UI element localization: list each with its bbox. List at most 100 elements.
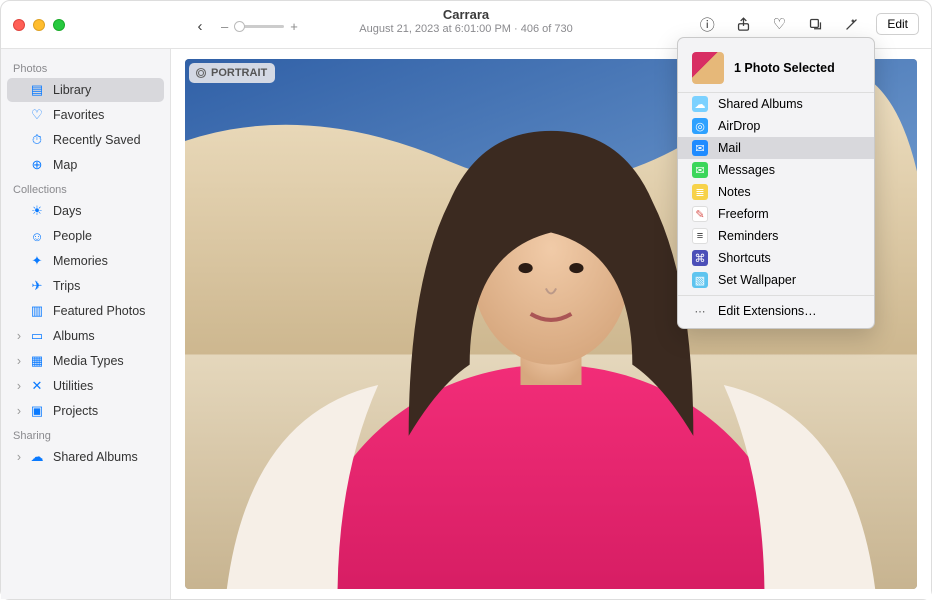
info-button[interactable]: ⓘ [696,13,718,35]
disclosure-icon: › [15,354,23,368]
share-item-label: Notes [718,185,751,199]
share-item-icon: ☁ [692,96,708,112]
sidebar-item-featured-photos[interactable]: ▥ Featured Photos [7,299,164,323]
rotate-button[interactable] [804,13,826,35]
sidebar-item-library[interactable]: ▤Library [7,78,164,102]
share-item-label: Shared Albums [718,97,803,111]
auto-enhance-button[interactable] [840,13,862,35]
share-item-freeform[interactable]: ✎ Freeform [678,203,874,225]
share-item-icon: ✉ [692,140,708,156]
sidebar-item-label: People [53,229,92,243]
sidebar-item-trips[interactable]: ✈ Trips [7,274,164,298]
favorite-button[interactable]: ♡ [768,13,790,35]
share-item-icon: ✉ [692,162,708,178]
sidebar-item-albums[interactable]: › ▭ Albums [7,324,164,348]
sidebar-item-icon: ✦ [29,253,45,269]
share-item-notes[interactable]: ≣Notes [678,181,874,203]
share-item-edit-extensions[interactable]: ⋯ Edit Extensions… [678,300,874,322]
sidebar-item-projects[interactable]: › ▣ Projects [7,399,164,423]
sidebar-item-label: Memories [53,254,108,268]
sidebar-item-icon: ▤ [29,82,45,98]
sidebar-section-title: Photos [1,57,170,77]
sidebar-item-recently-saved[interactable]: ⏱ Recently Saved [7,128,164,152]
share-button[interactable] [732,13,754,35]
sidebar-section-title: Collections [1,178,170,198]
sidebar-item-label: Media Types [53,354,124,368]
fullscreen-window-dot[interactable] [53,19,65,31]
sidebar-item-label: Days [53,204,81,218]
sidebar-item-utilities[interactable]: › ✕ Utilities [7,374,164,398]
sidebar-item-label: Trips [53,279,80,293]
share-item-icon: ⌘ [692,250,708,266]
share-item-mail[interactable]: ✉ Mail [678,137,874,159]
sidebar-item-memories[interactable]: ✦ Memories [7,249,164,273]
share-item-set-wallpaper[interactable]: ▧ Set Wallpaper [678,269,874,291]
disclosure-icon: › [15,329,23,343]
share-item-label: Shortcuts [718,251,771,265]
sidebar-item-icon: ☀ [29,203,45,219]
sidebar-item-icon: ▥ [29,303,45,319]
sidebar-item-favorites[interactable]: ♡ Favorites [7,103,164,127]
sidebar-item-icon: ☁ [29,449,45,465]
share-item-icon: ✎ [692,206,708,222]
sidebar-item-icon: ⊕ [29,157,45,173]
share-item-shared-albums[interactable]: ☁ Shared Albums [678,93,874,115]
sidebar-item-label: Projects [53,404,98,418]
sidebar-item-media-types[interactable]: › ▦ Media Types [7,349,164,373]
share-item-reminders[interactable]: ≡ Reminders [678,225,874,247]
sidebar-item-label: Recently Saved [53,133,141,147]
close-window-dot[interactable] [13,19,25,31]
sidebar-item-icon: ▭ [29,328,45,344]
sidebar-item-shared-albums[interactable]: › ☁ Shared Albums [7,445,164,469]
zoom-in-icon: + [290,19,298,34]
photo-title: Carrara [359,7,572,23]
share-item-messages[interactable]: ✉ Messages [678,159,874,181]
share-header-text: 1 Photo Selected [734,61,835,75]
share-item-label: Edit Extensions… [718,304,817,318]
share-item-label: Messages [718,163,775,177]
sidebar-item-days[interactable]: ☀ Days [7,199,164,223]
sidebar-item-map[interactable]: ⊕ Map [7,153,164,177]
photo-subtitle: August 21, 2023 at 6:01:00 PM · 406 of 7… [359,23,572,37]
disclosure-icon: › [15,379,23,393]
edit-button[interactable]: Edit [876,13,919,35]
sidebar-section-title: Sharing [1,424,170,444]
share-item-label: Reminders [718,229,778,243]
share-item-label: Freeform [718,207,769,221]
sidebar: Photos▤Library ♡ Favorites ⏱ Recently Saved ⊕… [1,49,171,599]
sidebar-item-label: Favorites [53,108,104,122]
back-button[interactable]: ‹ [189,15,211,37]
share-item-label: Mail [718,141,741,155]
sidebar-item-icon: ♡ [29,107,45,123]
share-item-icon: ≡ [692,228,708,244]
share-item-label: Set Wallpaper [718,273,796,287]
window-controls [13,19,65,31]
disclosure-icon: › [15,450,23,464]
zoom-slider[interactable]: – + [221,19,298,34]
share-item-label: AirDrop [718,119,760,133]
sidebar-item-icon: ☺ [29,228,45,244]
zoom-out-icon: – [221,19,228,34]
sidebar-item-icon: ▦ [29,353,45,369]
sidebar-item-icon: ⏱ [29,132,45,148]
share-menu: 1 Photo Selected ☁ Shared Albums ◎ AirDrop ✉… [677,37,875,329]
share-menu-header: 1 Photo Selected [678,44,874,93]
more-icon: ⋯ [692,303,708,319]
share-item-shortcuts[interactable]: ⌘ Shortcuts [678,247,874,269]
sidebar-item-icon: ▣ [29,403,45,419]
sidebar-item-icon: ✕ [29,378,45,394]
minimize-window-dot[interactable] [33,19,45,31]
share-item-icon: ◎ [692,118,708,134]
share-thumbnail [692,52,724,84]
sidebar-item-icon: ✈ [29,278,45,294]
portrait-badge: PORTRAIT [189,63,275,83]
sidebar-item-label: Albums [53,329,95,343]
sidebar-item-people[interactable]: ☺ People [7,224,164,248]
share-item-icon: ▧ [692,272,708,288]
sidebar-item-label: Map [53,158,77,172]
disclosure-icon: › [15,404,23,418]
sidebar-item-label: Utilities [53,379,93,393]
share-item-airdrop[interactable]: ◎ AirDrop [678,115,874,137]
sidebar-item-label: Featured Photos [53,304,145,318]
sidebar-item-label: Shared Albums [53,450,138,464]
